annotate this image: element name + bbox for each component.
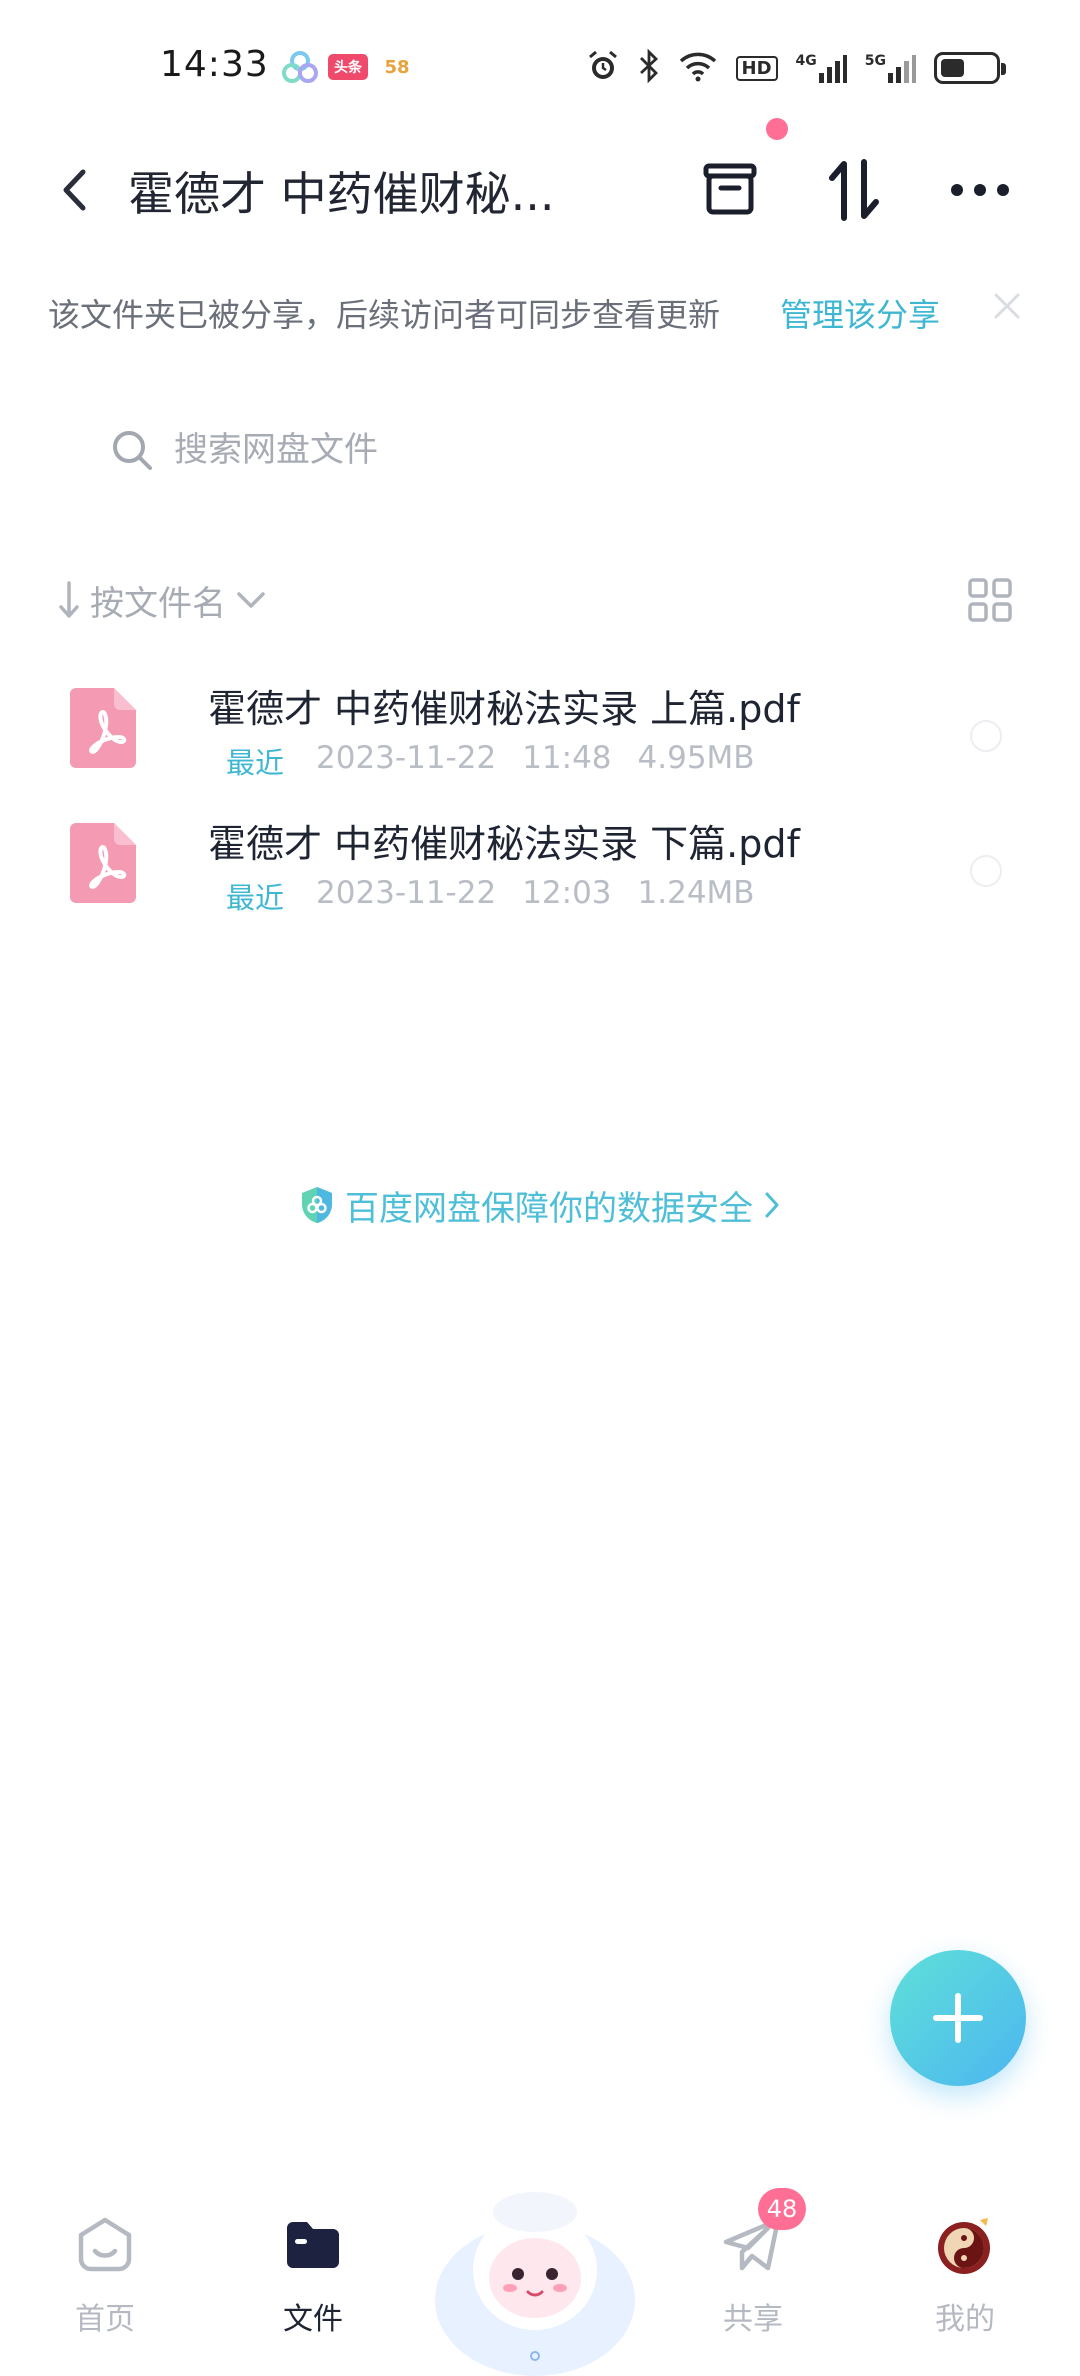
pdf-file-icon xyxy=(70,688,136,768)
sort-label: 按文件名 xyxy=(90,583,226,624)
baidu-netdisk-status-icon xyxy=(280,50,320,84)
bluetooth-icon xyxy=(638,48,660,87)
arrow-down-icon xyxy=(59,581,79,618)
shield-icon xyxy=(302,1187,332,1223)
toutiao-status-icon: 头条 xyxy=(328,54,368,80)
manage-share-link[interactable]: 管理该分享 xyxy=(780,290,940,336)
signal-5g-icon: 5G xyxy=(865,53,916,83)
plus-icon xyxy=(933,1993,983,2043)
file-list-item[interactable]: 霍德才 中药催财秘法实录 下篇.pdf 最近 2023-11-22 12:03 … xyxy=(0,795,1080,965)
nav-share[interactable]: 48 共享 xyxy=(688,2188,818,2376)
folder-icon xyxy=(278,2210,348,2280)
up-down-arrows-icon xyxy=(829,159,879,221)
home-face-icon xyxy=(70,2210,140,2280)
nav-share-label: 共享 xyxy=(723,2302,783,2337)
share-badge: 48 xyxy=(758,2188,806,2230)
nav-home[interactable]: 首页 xyxy=(40,2210,170,2376)
file-meta: 最近 2023-11-22 11:48 4.95MB xyxy=(226,740,755,782)
recent-tag: 最近 xyxy=(226,746,285,780)
nav-files[interactable]: 文件 xyxy=(248,2210,378,2376)
file-folder-page: 14:33 头条 58 HD 4G 5G 霍德才 中药催财秘... 该文件夹已被… xyxy=(0,0,1080,2376)
nav-mine[interactable]: 我的 xyxy=(900,2210,1030,2376)
transfer-button[interactable] xyxy=(818,154,890,226)
mascot-icon xyxy=(435,2192,635,2376)
grid-view-button[interactable] xyxy=(964,574,1016,626)
search-input[interactable] xyxy=(174,430,774,470)
recent-tag: 最近 xyxy=(226,881,285,915)
signal-4g-icon: 4G xyxy=(796,53,847,83)
security-link[interactable]: 百度网盘保障你的数据安全 xyxy=(0,1175,1080,1235)
paper-plane-icon: 48 xyxy=(718,2188,806,2280)
share-notice: 该文件夹已被分享，后续访问者可同步查看更新 管理该分享 xyxy=(0,280,1080,340)
add-button[interactable] xyxy=(890,1950,1026,2086)
status-time: 14:33 xyxy=(160,44,269,85)
hd-icon: HD xyxy=(735,55,778,81)
battery-level xyxy=(941,59,964,77)
file-size: 4.95MB xyxy=(637,740,755,776)
more-dots-icon xyxy=(951,184,1009,196)
sort-by-name-button[interactable]: 按文件名 xyxy=(58,570,266,630)
pdf-file-icon xyxy=(70,823,136,903)
back-button[interactable] xyxy=(44,160,104,220)
notice-close-button[interactable] xyxy=(985,284,1029,328)
file-select-checkbox[interactable] xyxy=(970,720,1002,752)
file-date: 2023-11-22 xyxy=(316,875,497,911)
status-bar: 14:33 头条 58 HD 4G 5G xyxy=(0,0,1080,130)
file-name: 霍德才 中药催财秘法实录 上篇.pdf xyxy=(208,687,800,731)
nav-mine-label: 我的 xyxy=(935,2302,995,2337)
mascot-center-button[interactable] xyxy=(430,2150,640,2376)
search-bar[interactable] xyxy=(72,405,1012,495)
archive-box-icon xyxy=(703,163,757,215)
battery-icon xyxy=(934,52,1006,84)
file-time: 12:03 xyxy=(522,875,612,911)
chevron-down-icon xyxy=(237,592,265,608)
app-58-status-icon: 58 xyxy=(384,56,410,78)
wifi-icon xyxy=(678,50,718,86)
file-time: 11:48 xyxy=(522,740,612,776)
new-indicator-dot xyxy=(766,118,788,140)
file-meta: 最近 2023-11-22 12:03 1.24MB xyxy=(226,875,755,917)
search-icon xyxy=(102,420,162,480)
page-title: 霍德才 中药催财秘... xyxy=(128,167,555,221)
chevron-left-icon xyxy=(63,169,86,211)
more-options-button[interactable] xyxy=(944,154,1016,226)
file-size: 1.24MB xyxy=(637,875,755,911)
nav-files-label: 文件 xyxy=(283,2302,343,2337)
chevron-right-icon xyxy=(765,1192,779,1218)
share-notice-text: 该文件夹已被分享，后续访问者可同步查看更新 xyxy=(48,296,721,334)
top-bar: 霍德才 中药催财秘... xyxy=(0,130,1080,250)
archive-button[interactable] xyxy=(694,154,766,226)
status-icons: HD 4G 5G xyxy=(586,46,1006,90)
close-icon xyxy=(994,293,1020,319)
sort-row: 按文件名 xyxy=(0,570,1080,630)
avatar xyxy=(930,2210,1000,2280)
file-name: 霍德才 中药催财秘法实录 下篇.pdf xyxy=(208,822,800,866)
file-date: 2023-11-22 xyxy=(316,740,497,776)
nav-home-label: 首页 xyxy=(75,2302,135,2337)
grid-icon xyxy=(968,578,1012,622)
file-select-checkbox[interactable] xyxy=(970,855,1002,887)
alarm-icon xyxy=(586,49,620,87)
security-text: 百度网盘保障你的数据安全 xyxy=(345,1188,753,1229)
